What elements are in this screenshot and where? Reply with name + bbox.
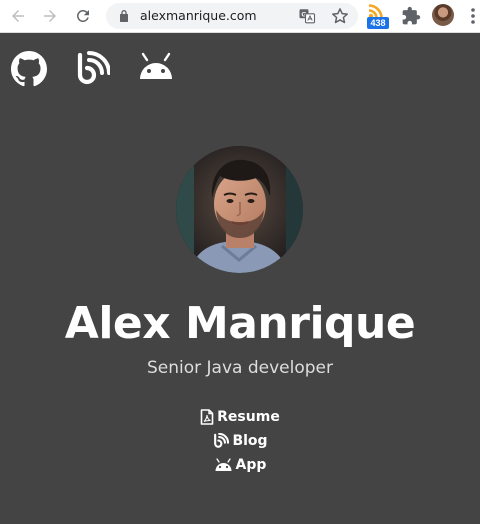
blog-icon[interactable] [74, 51, 110, 87]
resume-link-label: Resume [217, 409, 280, 425]
reload-icon [76, 9, 89, 22]
github-icon[interactable] [11, 51, 47, 87]
reload-button[interactable] [71, 4, 95, 28]
translate-icon[interactable]: G [298, 7, 316, 25]
address-bar[interactable]: alexmanrique.com G [106, 3, 358, 29]
url-text[interactable]: alexmanrique.com [140, 3, 257, 29]
app-link[interactable]: App [0, 453, 480, 477]
blog-link-label: Blog [232, 433, 268, 449]
link-list: Resume Blog App [0, 405, 480, 477]
subtitle: Senior Java developer [147, 358, 333, 378]
android-icon [215, 458, 232, 471]
puzzle-icon[interactable] [401, 6, 421, 26]
browser-toolbar: alexmanrique.com G 438 [0, 0, 480, 33]
star-icon[interactable] [330, 6, 350, 26]
forward-button[interactable] [38, 4, 62, 28]
back-arrow-icon [12, 10, 24, 22]
page-title: Alex Manrique [64, 298, 416, 349]
app-link-label: App [235, 457, 267, 473]
android-icon[interactable] [138, 51, 174, 87]
forward-arrow-icon [44, 10, 56, 22]
profile-avatar[interactable] [432, 4, 454, 26]
rss-extension-button[interactable]: 438 [367, 4, 391, 30]
page-content: Alex Manrique Senior Java developer Resu… [0, 33, 480, 524]
profile-photo [176, 146, 303, 273]
blog-icon [214, 433, 230, 448]
lock-icon[interactable] [116, 8, 132, 24]
blog-link[interactable]: Blog [0, 429, 480, 453]
pdf-file-icon [200, 409, 214, 425]
back-button[interactable] [6, 4, 30, 28]
extension-badge: 438 [367, 17, 389, 29]
kebab-menu-icon[interactable] [469, 6, 477, 26]
resume-link[interactable]: Resume [0, 405, 480, 429]
